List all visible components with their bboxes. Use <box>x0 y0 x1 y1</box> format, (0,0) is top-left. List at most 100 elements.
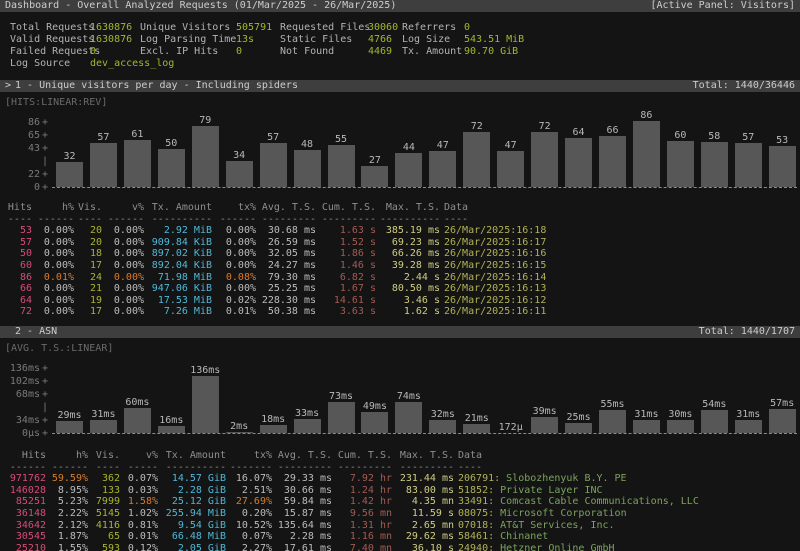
cell: 24 <box>78 272 102 284</box>
bar-value-label: 54ms <box>702 399 726 410</box>
bar <box>192 376 219 433</box>
cell: 72 <box>6 306 32 318</box>
bar <box>429 151 456 187</box>
bar <box>531 132 558 187</box>
cell: 0.81% <box>124 520 158 532</box>
table-row[interactable]: 500.00%180.00%897.02 KiB0.00%32.05 ms1.8… <box>6 248 800 260</box>
cell: 34642 <box>6 520 46 532</box>
cell: 25210 <box>6 543 46 551</box>
data-cell: 58461: Chinanet <box>458 531 800 543</box>
table-row[interactable]: 720.00%170.00%7.26 MiB0.01%50.38 ms3.63 … <box>6 306 800 318</box>
bar-slot: 79 <box>192 115 219 187</box>
cell: 0.00% <box>106 295 144 307</box>
summary-value: 1630876 <box>90 22 140 34</box>
column-header: tx% <box>216 202 256 214</box>
cell: 69.23 ms <box>380 237 440 249</box>
axis-tick-mark: + <box>40 375 50 388</box>
cell: 0.01% <box>216 306 256 318</box>
asn-table: Hitsh%Vis.v%Tx. Amounttx%Avg. T.S.Cum. T… <box>0 450 800 551</box>
summary-label: Tx. Amount <box>402 46 464 58</box>
bar <box>56 421 83 433</box>
cell: 66 <box>6 283 32 295</box>
cell: 86 <box>6 272 32 284</box>
cell: 79.30 ms <box>260 272 316 284</box>
cell: 65 <box>92 531 120 543</box>
table-row[interactable]: 1460288.95%1330.03%2.28 GiB2.51%30.66 ms… <box>6 485 800 497</box>
table-row[interactable]: 361482.22%51451.02%255.94 MiB0.20%15.87 … <box>6 508 800 520</box>
cell: 2.51% <box>230 485 272 497</box>
cell: 2.28 ms <box>276 531 332 543</box>
bar-value-label: 18ms <box>261 414 285 425</box>
cell: 1.67 s <box>320 283 376 295</box>
table-row[interactable]: 660.00%210.00%947.06 KiB0.00%25.25 ms1.6… <box>6 283 800 295</box>
bar-slot: 48 <box>294 139 321 187</box>
cell: 36148 <box>6 508 46 520</box>
table-row[interactable]: 600.00%170.00%892.04 KiB0.00%24.27 ms1.4… <box>6 260 800 272</box>
cell: 0.00% <box>106 237 144 249</box>
data-cell: 24940: Hetzner Online GmbH <box>458 543 800 551</box>
cell: 1.87% <box>50 531 88 543</box>
cell: 0.03% <box>124 485 158 497</box>
data-cell: 08075: Microsoft Corporation <box>458 508 800 520</box>
summary-value: 0 <box>236 46 280 58</box>
bar-value-label: 44 <box>403 142 415 153</box>
data-cell: 26/Mar/2025:16:17 <box>444 237 800 249</box>
cell: 59.84 ms <box>276 496 332 508</box>
bar <box>328 402 355 433</box>
cell: 29.62 ms <box>396 531 454 543</box>
axis-tick-label: 136ms <box>10 362 40 375</box>
bar-value-label: 53 <box>776 135 788 146</box>
axis-tick-mark: + <box>40 414 50 427</box>
table-row[interactable]: 570.00%200.00%909.84 KiB0.00%26.59 ms1.5… <box>6 237 800 249</box>
table-row[interactable]: 252101.55%5930.12%2.05 GiB2.27%17.61 ms7… <box>6 543 800 551</box>
panel-header-asn[interactable]: 2 - ASN Total: 1440/1707 <box>0 326 800 338</box>
table-row[interactable]: 305451.87%650.01%66.48 MiB0.07%2.28 ms1.… <box>6 531 800 543</box>
bar-value-label: 47 <box>437 140 449 151</box>
cell: 0.12% <box>124 543 158 551</box>
cell: 7999 <box>92 496 120 508</box>
bar-value-label: 57 <box>97 132 109 143</box>
bar <box>90 143 117 187</box>
bar <box>361 412 388 433</box>
bar-slot: 34 <box>226 150 253 187</box>
column-header: Tx. Amount <box>148 202 212 214</box>
column-header: h% <box>36 202 74 214</box>
cell: 59.59% <box>50 473 88 485</box>
cell: 9.54 GiB <box>162 520 226 532</box>
column-header: Hits <box>6 450 46 462</box>
data-text: 26/Mar/2025:16:15 <box>444 260 546 271</box>
cell: 30.66 ms <box>276 485 332 497</box>
column-header: tx% <box>230 450 272 462</box>
data-cell: 26/Mar/2025:16:14 <box>444 272 800 284</box>
cell: 0.00% <box>106 272 144 284</box>
summary-label: Requested Files <box>280 22 368 34</box>
summary-label: Unique Visitors <box>140 22 236 34</box>
panel-title-wrap: 2 - ASN <box>5 326 57 338</box>
table-row[interactable]: 640.00%190.00%17.53 MiB0.02%228.30 ms14.… <box>6 295 800 307</box>
bar <box>395 153 422 187</box>
panel-header-unique-visitors[interactable]: >1 - Unique visitors per day - Including… <box>0 80 800 92</box>
table-row[interactable]: 860.01%240.00%71.98 MiB0.08%79.30 ms6.82… <box>6 272 800 284</box>
summary-label: Log Size <box>402 34 464 46</box>
table-row[interactable]: 97176259.59%3620.07%14.57 GiB16.07%29.33… <box>6 473 800 485</box>
table-row[interactable]: 852515.23%79991.58%25.12 GiB27.69%59.84 … <box>6 496 800 508</box>
cell: 0.00% <box>216 260 256 272</box>
summary-value: 0 <box>464 22 800 34</box>
table-row[interactable]: 346422.12%41160.81%9.54 GiB10.52%135.64 … <box>6 520 800 532</box>
axis-tick-mark: | <box>40 401 50 414</box>
chart-baseline <box>52 433 797 434</box>
summary-label: Valid Requests <box>10 34 90 46</box>
separator-dashes: --------- <box>396 462 454 474</box>
goaccess-dashboard: Dashboard - Overall Analyzed Requests (0… <box>0 0 800 551</box>
cell: 17.53 MiB <box>148 295 212 307</box>
bar <box>769 146 796 187</box>
axis-tick-label: 34ms <box>16 414 40 427</box>
separator-dashes: ---- <box>444 214 800 226</box>
bar-slot: 47 <box>429 140 456 187</box>
table-row[interactable]: 530.00%200.00%2.92 MiB0.00%30.68 ms1.63 … <box>6 225 800 237</box>
column-header: Vis. <box>92 450 120 462</box>
bar-value-label: 49ms <box>363 401 387 412</box>
bar-slot: 57ms <box>769 398 796 433</box>
chart-plot-area: 29ms31ms60ms16ms136ms2ms18ms33ms73ms49ms… <box>50 356 800 440</box>
bar-value-label: 86 <box>640 110 652 121</box>
